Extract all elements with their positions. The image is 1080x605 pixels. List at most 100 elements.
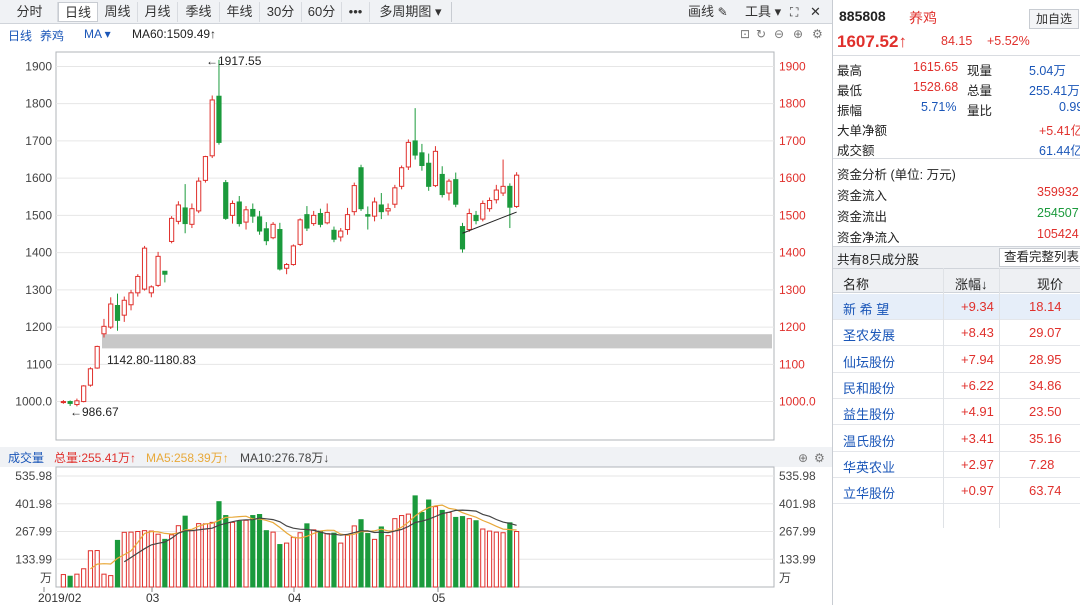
stock-name: 仙坛股份 xyxy=(843,354,896,370)
view-full-list-button[interactable]: 查看完整列表 xyxy=(999,248,1080,267)
fund-analysis-title: 资金分析 (单位: 万元) xyxy=(837,168,956,182)
settings-gear-icon[interactable]: ⚙ xyxy=(812,27,823,41)
stock-pct: +3.41 xyxy=(961,430,994,446)
stock-pct: +2.97 xyxy=(961,456,994,472)
table-row[interactable]: 圣农发展 +8.43 29.07 xyxy=(833,320,1080,347)
volume-tick-left: 535.98 xyxy=(15,469,52,483)
candle-body xyxy=(466,213,472,231)
table-row[interactable]: 民和股份 +6.22 34.86 xyxy=(833,373,1080,399)
volume-bar xyxy=(304,523,310,588)
stock-pct: +0.97 xyxy=(961,483,994,499)
candle-body xyxy=(155,255,161,286)
tools-dropdown[interactable]: 工具 ▾ xyxy=(745,3,781,21)
zoom-in-icon[interactable]: ⊕ xyxy=(793,27,803,41)
ma-selector[interactable]: MA ▾ xyxy=(84,27,111,41)
col-name-header[interactable]: 名称 xyxy=(843,274,869,293)
candle-body xyxy=(365,214,371,217)
volume-tick-left: 133.99 xyxy=(15,552,52,566)
table-row[interactable]: 华英农业 +2.97 7.28 xyxy=(833,452,1080,478)
candle-body xyxy=(514,174,520,207)
stock-price: 18.14 xyxy=(1029,299,1062,314)
tab-weekly[interactable]: 周线 xyxy=(98,2,138,22)
quote-panel: 885808 养鸡 加自选 1607.52↑ 84.15 +5.52% 最高 1… xyxy=(832,0,1080,605)
candle-body xyxy=(453,179,459,205)
kline-chart[interactable]: 1900 1900 1800 1800 1700 1700 1600 1600 1500 1500… xyxy=(0,44,832,605)
volume-settings-icon[interactable]: ⊕ xyxy=(798,451,808,465)
stat-amplitude-value: 5.71% xyxy=(921,100,957,114)
tab-yearly[interactable]: 年线 xyxy=(220,2,260,22)
draw-line-button[interactable]: 画线 ✎ xyxy=(688,3,728,21)
volume-bar xyxy=(480,528,486,588)
add-watchlist-button[interactable]: 加自选 xyxy=(1029,9,1079,29)
tab-60min[interactable]: 60分 xyxy=(302,2,342,22)
fund-net-value: 105424 xyxy=(1037,227,1079,241)
price-tick-right: 1600 xyxy=(779,171,806,185)
fund-out-value: 254507 xyxy=(1037,206,1079,220)
volume-tick-left: 401.98 xyxy=(15,497,52,511)
table-row[interactable]: 温氏股份 +3.41 35.16 xyxy=(833,426,1080,452)
stock-price: 23.50 xyxy=(1029,404,1062,420)
volume-bar xyxy=(344,534,351,588)
multi-period-dropdown[interactable]: 多周期图 ▾ xyxy=(370,2,452,22)
stat-amplitude-label: 振幅 xyxy=(837,104,863,118)
col-pct-header[interactable]: 涨幅↓ xyxy=(955,274,988,293)
more-periods-button[interactable]: ••• xyxy=(342,2,370,22)
candle-body xyxy=(162,270,168,275)
tab-daily[interactable]: 日线 xyxy=(58,2,98,22)
volume-bar xyxy=(243,519,249,588)
refresh-icon[interactable]: ↻ xyxy=(756,27,766,41)
price-tick-right: 1900 xyxy=(779,59,806,73)
fullscreen-icon[interactable]: ⛶ xyxy=(790,3,798,21)
date-axis-labels: 2019/02 03 04 05 xyxy=(38,587,446,605)
table-row[interactable]: 益生股份 +4.91 23.50 xyxy=(833,399,1080,426)
tab-30min[interactable]: 30分 xyxy=(260,2,302,22)
stat-total-vol-label: 总量 xyxy=(967,84,993,98)
tab-monthly[interactable]: 月线 xyxy=(138,2,178,22)
volume-bar xyxy=(74,573,80,588)
price-tick-left: 1700 xyxy=(25,134,52,148)
table-row[interactable]: 新 希 望 +9.34 18.14 xyxy=(833,294,1080,320)
table-row[interactable]: 仙坛股份 +7.94 28.95 xyxy=(833,347,1080,373)
price-tick-left: 1200 xyxy=(25,320,52,334)
col-price-header[interactable]: 现价 xyxy=(1037,274,1063,293)
zoom-out-icon[interactable]: ⊖ xyxy=(774,27,784,41)
candle-body xyxy=(493,189,499,201)
stat-high-label: 最高 xyxy=(837,64,863,78)
volume-bar xyxy=(81,568,87,588)
candle-body xyxy=(121,299,127,316)
candle-body xyxy=(94,345,100,369)
turnover-label: 成交额 xyxy=(837,144,875,158)
volume-gear-icon[interactable]: ⚙ xyxy=(814,451,825,465)
candle-body xyxy=(473,214,479,222)
volume-bar xyxy=(250,515,256,588)
close-icon[interactable]: ✕ xyxy=(810,3,821,21)
volume-bar xyxy=(507,522,513,588)
divider xyxy=(833,55,1080,56)
price-tick-left: 1900 xyxy=(25,59,52,73)
price-tick-left: 1000.0 xyxy=(15,395,52,409)
volume-bar xyxy=(426,499,432,588)
stock-price: 29.07 xyxy=(1029,325,1062,341)
divider xyxy=(833,158,1080,159)
price-tick-left: 1300 xyxy=(25,283,52,297)
candle-body xyxy=(344,214,351,231)
volume-ma5: MA5:258.39万↑ xyxy=(146,451,229,465)
stock-pct: +4.91 xyxy=(961,404,994,420)
volume-bar xyxy=(290,536,296,588)
tab-intraday[interactable]: 分时 xyxy=(2,2,58,22)
stat-high-value: 1615.65 xyxy=(913,60,959,74)
table-row[interactable]: 立华股份 +0.97 63.74 xyxy=(833,478,1080,505)
price-tick-right: 1800 xyxy=(779,97,806,111)
big-order-net-value: +5.41亿 xyxy=(1039,124,1080,138)
tab-quarterly[interactable]: 季线 xyxy=(178,2,220,22)
volume-bar xyxy=(365,533,371,588)
volume-bar xyxy=(108,575,114,588)
candle-body xyxy=(486,199,493,210)
candle-body xyxy=(270,223,276,239)
volume-bar xyxy=(114,539,121,588)
candle-body xyxy=(101,325,107,335)
candle-body xyxy=(114,304,121,321)
candle-body xyxy=(216,95,222,143)
lock-icon[interactable]: ⊡ xyxy=(740,27,750,41)
volume-bar xyxy=(371,538,378,588)
